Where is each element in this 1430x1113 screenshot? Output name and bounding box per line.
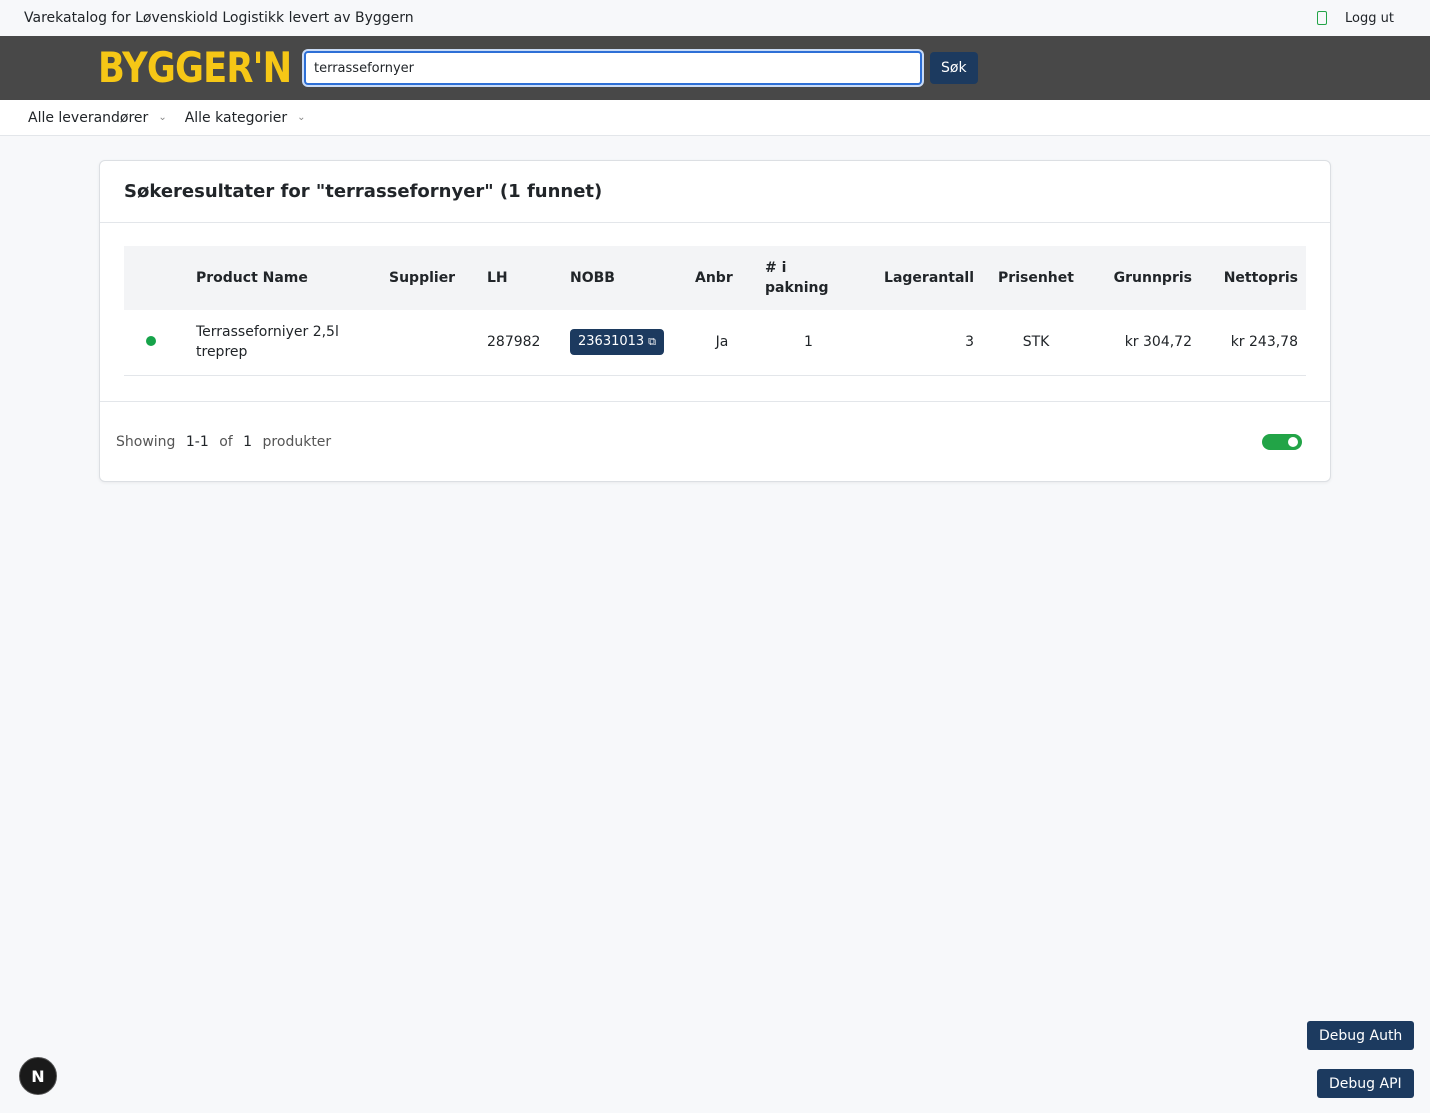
- main-header: BYGGER'N Søk: [0, 36, 1430, 100]
- grunnpris-cell: kr 304,72: [1090, 310, 1200, 376]
- pagination-summary: Showing 1-1 of 1 produkter: [116, 434, 331, 450]
- unit-label: produkter: [262, 434, 332, 450]
- of-label: of: [219, 434, 233, 450]
- range-value: 1-1: [185, 434, 209, 450]
- supplier-filter-dropdown[interactable]: Alle leverandører ⌄: [28, 110, 167, 126]
- user-area: Logg ut: [1317, 11, 1394, 26]
- stock-status-dot: [146, 336, 156, 347]
- supplier-cell: [381, 310, 479, 376]
- chevron-down-icon: ⌄: [297, 112, 306, 123]
- catalog-title: Varekatalog for Løvenskiold Logistikk le…: [24, 10, 414, 26]
- chevron-down-icon: ⌄: [158, 112, 167, 123]
- nettopris-cell: kr 243,78: [1200, 310, 1306, 376]
- product-name-cell[interactable]: Terrasseforniyer 2,5l treprep: [188, 310, 381, 376]
- column-header-supplier[interactable]: Supplier: [381, 246, 479, 310]
- logout-link[interactable]: Logg ut: [1345, 11, 1394, 26]
- filter-bar: Alle leverandører ⌄ Alle kategorier ⌄: [0, 100, 1430, 136]
- column-header-anbr[interactable]: Anbr: [687, 246, 757, 310]
- lagerantall-cell: 3: [860, 310, 982, 376]
- user-icon: [1317, 11, 1328, 25]
- column-header-pakning[interactable]: # i pakning: [757, 246, 860, 310]
- column-header-status: [124, 246, 188, 310]
- pakning-cell: 1: [757, 310, 860, 376]
- search-button[interactable]: Søk: [930, 52, 978, 84]
- byggern-logo[interactable]: BYGGER'N: [98, 47, 292, 89]
- debug-auth-button[interactable]: Debug Auth: [1307, 1021, 1415, 1050]
- search-input[interactable]: [304, 51, 922, 85]
- nobb-number: 23631013: [578, 334, 645, 350]
- anbr-cell: Ja: [687, 310, 757, 376]
- table-row[interactable]: Terrasseforniyer 2,5l treprep 287982 236…: [124, 310, 1306, 376]
- results-table: Product Name Supplier LH NOBB Anbr # i p…: [124, 246, 1306, 376]
- supplier-filter-label: Alle leverandører: [28, 109, 149, 126]
- column-header-prisenhet[interactable]: Prisenhet: [982, 246, 1090, 310]
- column-header-grunnpris[interactable]: Grunnpris: [1090, 246, 1200, 310]
- debug-api-button[interactable]: Debug API: [1317, 1069, 1414, 1098]
- external-link-icon: ⧉: [648, 335, 657, 349]
- nobb-link-button[interactable]: 23631013 ⧉: [570, 329, 665, 356]
- top-info-bar: Varekatalog for Løvenskiold Logistikk le…: [0, 0, 1430, 36]
- results-card: Søkeresultater for "terrassefornyer" (1 …: [99, 160, 1331, 482]
- results-heading: Søkeresultater for "terrassefornyer" (1 …: [100, 161, 1330, 223]
- pagination-footer: Showing 1-1 of 1 produkter: [100, 401, 1330, 482]
- next-dev-badge[interactable]: N: [19, 1057, 57, 1095]
- view-toggle[interactable]: [1262, 434, 1302, 450]
- column-header-lagerantall[interactable]: Lagerantall: [860, 246, 982, 310]
- nobb-cell: 23631013 ⧉: [562, 310, 687, 376]
- status-cell: [124, 310, 188, 376]
- total-value: 1: [243, 434, 253, 450]
- showing-label: Showing: [116, 434, 176, 450]
- column-header-nettopris[interactable]: Nettopris: [1200, 246, 1306, 310]
- prisenhet-cell: STK: [982, 310, 1090, 376]
- column-header-nobb[interactable]: NOBB: [562, 246, 687, 310]
- category-filter-label: Alle kategorier: [184, 109, 288, 126]
- category-filter-dropdown[interactable]: Alle kategorier ⌄: [185, 110, 306, 126]
- table-header-row: Product Name Supplier LH NOBB Anbr # i p…: [124, 246, 1306, 310]
- column-header-lh[interactable]: LH: [479, 246, 562, 310]
- lh-cell: 287982: [479, 310, 562, 376]
- column-header-product-name[interactable]: Product Name: [188, 246, 381, 310]
